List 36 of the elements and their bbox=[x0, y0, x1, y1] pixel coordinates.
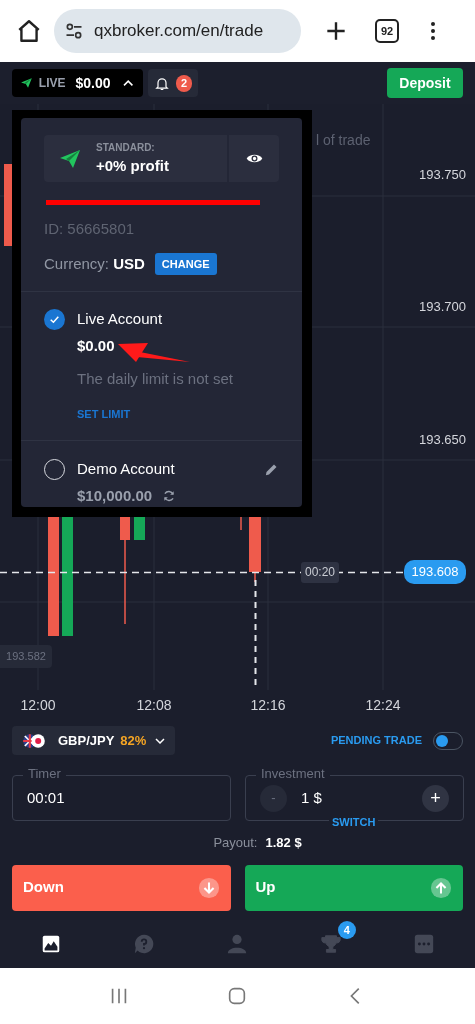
increase-button[interactable]: + bbox=[422, 784, 449, 812]
pending-trade-label: PENDING TRADE bbox=[330, 733, 422, 749]
url-field[interactable]: qxbroker.com/en/trade bbox=[54, 9, 301, 53]
url-text: qxbroker.com/en/trade bbox=[94, 20, 264, 43]
notification-badge: 2 bbox=[176, 74, 192, 92]
account-name: Demo Account bbox=[77, 459, 175, 479]
field-value: 00:01 bbox=[27, 787, 65, 808]
account-option[interactable]: Demo Account $10,000.00 bbox=[21, 440, 302, 523]
change-currency-button[interactable]: CHANGE bbox=[154, 252, 217, 275]
field-value: 1 $ bbox=[301, 787, 322, 808]
account-switcher-button[interactable]: LIVE $0.00 bbox=[12, 69, 143, 97]
time-axis-label: 12:16 bbox=[249, 696, 287, 715]
price-axis-label: 193.700 bbox=[419, 298, 466, 316]
limit-text: The daily limit is not set bbox=[77, 369, 234, 389]
hint-text: l of trade bbox=[316, 131, 371, 150]
account-name: Live Account bbox=[77, 309, 163, 329]
time-axis-label: 12:08 bbox=[135, 696, 173, 715]
countdown-label: 00:20 bbox=[301, 562, 340, 583]
price-label: 193.582 bbox=[0, 645, 52, 668]
account-id: ID: 56665801 bbox=[44, 219, 136, 239]
payout-value: 1.82 $ bbox=[265, 834, 302, 852]
account-balance: $0.00 bbox=[77, 335, 115, 356]
price-axis-label: 193.750 bbox=[419, 166, 466, 184]
plan-label: STANDARD: bbox=[96, 140, 156, 155]
payout-label: Payout: bbox=[213, 834, 258, 852]
currency-text: Currency: USD bbox=[44, 253, 145, 274]
tab-count-button[interactable]: 92 bbox=[375, 19, 399, 43]
time-axis-label: 12:00 bbox=[19, 696, 57, 715]
nav-badge: 4 bbox=[337, 921, 356, 939]
account-balance: $10,000.00 bbox=[77, 485, 153, 506]
asset-selector[interactable]: GBP/JPY 82% bbox=[12, 726, 175, 755]
price-axis-label: 193.650 bbox=[419, 431, 466, 449]
current-price-label: 193.608 bbox=[404, 560, 466, 584]
time-axis-label: 12:24 bbox=[364, 696, 402, 715]
plan-value: +0% profit bbox=[96, 155, 169, 176]
switch-link[interactable]: SWITCH bbox=[329, 815, 379, 829]
